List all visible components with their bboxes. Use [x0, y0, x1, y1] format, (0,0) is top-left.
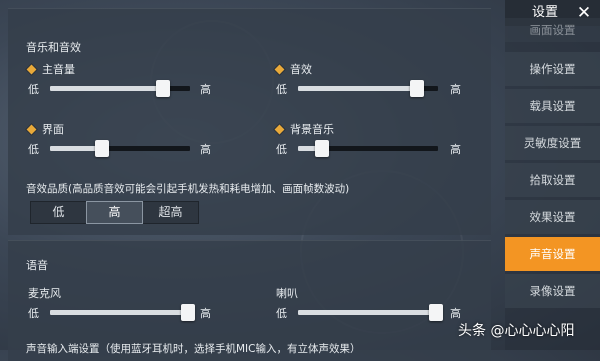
sound-quality-selector: 低 高 超高 — [30, 201, 199, 224]
slider-thumb[interactable] — [94, 140, 109, 157]
microphone-label: 麦克风 — [28, 285, 61, 301]
background-music-slider[interactable] — [298, 140, 438, 157]
section-title-music: 音乐和音效 — [26, 41, 81, 54]
diamond-icon — [26, 64, 37, 74]
slider-fill — [298, 310, 440, 315]
sidebar-item-graphics[interactable]: 画面设置 — [505, 18, 600, 42]
sidebar-item-sound[interactable]: 声音设置 — [505, 237, 600, 271]
quality-option-low[interactable]: 低 — [30, 201, 87, 224]
sidebar-item-controls[interactable]: 操作设置 — [505, 52, 600, 86]
quality-option-ultra[interactable]: 超高 — [142, 201, 199, 224]
interface-volume-slider[interactable] — [50, 140, 190, 157]
microphone-slider[interactable] — [50, 304, 195, 321]
settings-sidebar: 设置 ✕ 画面设置 操作设置 载具设置 灵敏度设置 拾取设置 效果设置 声音设置… — [505, 0, 600, 350]
slider-label: 喇叭 — [276, 287, 298, 300]
slider-fill — [50, 86, 164, 91]
slider-label: 麦克风 — [28, 287, 61, 300]
music-sound-panel: 音乐和音效 主音量 低 高 音效 低 高 界面 低 高 背景音乐 低 高 音效品… — [8, 8, 491, 235]
slider-thumb[interactable] — [314, 140, 329, 157]
low-label: 低 — [28, 307, 39, 320]
high-label: 高 — [200, 83, 211, 96]
low-label: 低 — [28, 83, 39, 96]
interface-volume-label: 界面 — [26, 121, 64, 137]
slider-label: 音效 — [290, 63, 312, 76]
sidebar-item-vehicle[interactable]: 载具设置 — [505, 89, 600, 123]
section-title-voice: 语音 — [26, 259, 48, 272]
master-volume-slider[interactable] — [50, 80, 190, 97]
high-label: 高 — [450, 83, 461, 96]
low-label: 低 — [276, 83, 287, 96]
voice-panel: 语音 麦克风 低 高 喇叭 低 高 声音输入端设置（使用蓝牙耳机时，选择手机MI… — [8, 240, 491, 361]
sidebar-item-pickup[interactable]: 拾取设置 — [505, 163, 600, 197]
master-volume-label: 主音量 — [26, 61, 75, 77]
low-label: 低 — [276, 143, 287, 156]
slider-label: 界面 — [42, 123, 64, 136]
diamond-icon — [26, 124, 37, 134]
input-settings-note: 声音输入端设置（使用蓝牙耳机时，选择手机MIC输入，有立体声效果） — [26, 343, 361, 355]
slider-thumb[interactable] — [429, 304, 443, 321]
high-label: 高 — [450, 143, 461, 156]
speaker-label: 喇叭 — [276, 285, 298, 301]
slider-thumb[interactable] — [410, 80, 424, 97]
sound-effects-label: 音效 — [274, 61, 312, 77]
sidebar-item-recording[interactable]: 录像设置 — [505, 274, 600, 308]
sidebar-item-effects[interactable]: 效果设置 — [505, 200, 600, 234]
slider-label: 背景音乐 — [290, 123, 334, 136]
sound-effects-slider[interactable] — [298, 80, 438, 97]
high-label: 高 — [200, 143, 211, 156]
background-music-label: 背景音乐 — [274, 121, 334, 137]
low-label: 低 — [276, 307, 287, 320]
diamond-icon — [274, 124, 285, 134]
slider-label: 主音量 — [42, 63, 75, 76]
quality-option-high[interactable]: 高 — [86, 201, 143, 224]
high-label: 高 — [450, 307, 461, 320]
slider-fill — [298, 86, 417, 91]
slider-fill — [50, 310, 192, 315]
speaker-slider[interactable] — [298, 304, 443, 321]
slider-thumb[interactable] — [181, 304, 195, 321]
low-label: 低 — [28, 143, 39, 156]
slider-thumb[interactable] — [156, 80, 171, 97]
sound-quality-note: 音效品质(高品质音效可能会引起手机发热和耗电增加、画面帧数波动) — [26, 183, 350, 195]
high-label: 高 — [200, 307, 211, 320]
sidebar-item-sensitivity[interactable]: 灵敏度设置 — [505, 126, 600, 160]
diamond-icon — [274, 64, 285, 74]
watermark-text: 头条 @心心心心阳 — [458, 323, 575, 339]
